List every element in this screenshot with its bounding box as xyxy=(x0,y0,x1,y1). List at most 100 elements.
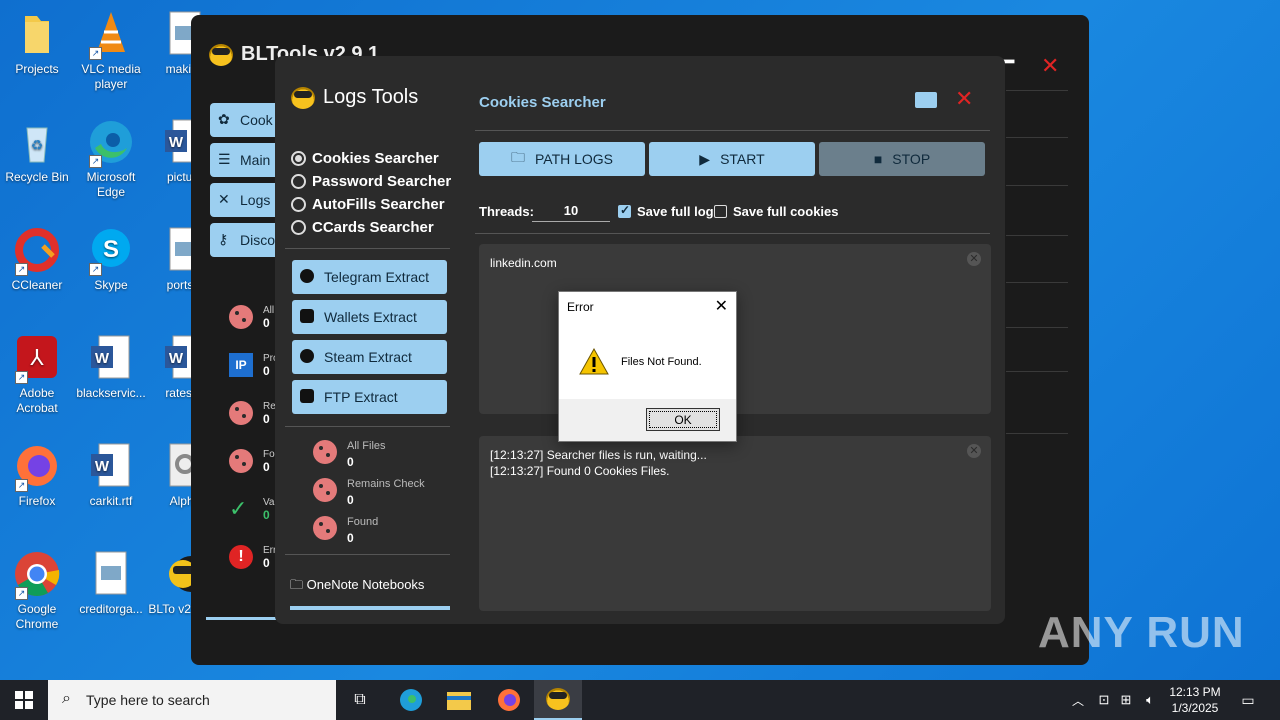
desktop-icon-vlc[interactable]: ↗ VLC media player xyxy=(74,10,148,92)
start-button[interactable] xyxy=(0,680,48,720)
word-icon: W xyxy=(87,442,135,490)
firefox-icon xyxy=(498,689,520,711)
radio-indicator xyxy=(291,174,306,189)
taskbar-firefox[interactable] xyxy=(488,680,530,720)
radio-ccards-searcher[interactable]: CCards Searcher xyxy=(291,219,434,236)
show-hidden-icons[interactable]: ︿ xyxy=(1068,680,1088,720)
threads-label: Threads: xyxy=(479,204,534,219)
tools-icon: ✕ xyxy=(218,191,230,207)
error-icon: ! xyxy=(229,545,253,569)
desktop-icon-creditorga[interactable]: creditorga... xyxy=(74,550,148,617)
desktop-icon-firefox[interactable]: ↗ Firefox xyxy=(0,442,74,509)
ip-icon: IP xyxy=(229,353,253,377)
logs-stat-remains-check: Remains Check 0 xyxy=(313,478,425,507)
telegram-extract-button[interactable]: Telegram Extract xyxy=(292,260,447,294)
bltools-logo-icon xyxy=(291,86,315,109)
wallet-icon xyxy=(300,309,314,323)
logs-tools-title: Logs Tools xyxy=(291,86,418,109)
desktop-icon-chrome[interactable]: ↗ Google Chrome xyxy=(0,550,74,632)
desktop-icon-acrobat[interactable]: ⅄ ↗ Adobe Acrobat xyxy=(0,334,74,416)
key-icon: ⚷ xyxy=(218,231,229,247)
main-stat-pro: IP Pro 0 xyxy=(229,353,279,378)
query-text: linkedin.com xyxy=(490,256,557,270)
vlc-icon: ↗ xyxy=(87,10,135,60)
radio-cookies-searcher[interactable]: Cookies Searcher xyxy=(291,150,439,167)
desktop-icon-skype[interactable]: S ↗ Skype xyxy=(74,226,148,293)
error-dialog-close-icon[interactable]: ✕ xyxy=(715,296,728,316)
radio-password-searcher[interactable]: Password Searcher xyxy=(291,173,451,190)
folder-icon xyxy=(13,10,61,58)
radio-autofills-searcher[interactable]: AutoFills Searcher xyxy=(291,196,445,213)
close-button[interactable]: ✕ xyxy=(1041,55,1059,77)
taskbar-bltools[interactable] xyxy=(534,680,582,720)
cookie-icon: ✿ xyxy=(218,111,230,127)
main-progress-bar xyxy=(206,617,286,620)
start-button[interactable]: ▶ START xyxy=(649,142,815,176)
taskbar-search-box[interactable]: ⌕ Type here to search xyxy=(48,680,336,720)
server-icon xyxy=(300,389,314,403)
log-line-2: [12:13:27] Found 0 Cookies Files. xyxy=(490,464,670,478)
volume-icon[interactable]: 🔈︎ xyxy=(1140,680,1160,720)
task-view-button[interactable]: ⧉ xyxy=(340,680,380,720)
bltools-logo-icon xyxy=(209,43,233,66)
warning-icon xyxy=(579,348,609,375)
recycle-bin-icon: ♻ xyxy=(13,118,61,166)
radio-indicator xyxy=(291,220,306,235)
close-icon[interactable]: ✕ xyxy=(955,86,973,112)
stop-icon: ■ xyxy=(873,151,883,167)
edge-icon xyxy=(400,689,422,711)
ethernet-icon[interactable]: ⊞ xyxy=(1116,680,1136,720)
word-icon: W xyxy=(87,334,135,382)
main-stat-all: All 0 xyxy=(229,305,274,330)
cookie-icon xyxy=(229,305,253,329)
cookie-icon xyxy=(313,440,337,464)
panel-title: Cookies Searcher xyxy=(479,94,606,111)
taskbar-file-explorer[interactable] xyxy=(438,680,480,720)
network-icon[interactable]: ⊡ xyxy=(1094,680,1114,720)
error-dialog-title: Error xyxy=(567,300,594,314)
desktop-icon-edge[interactable]: ↗ Microsoft Edge xyxy=(74,118,148,200)
logs-stat-found: Found 0 xyxy=(313,516,378,545)
notifications-icon[interactable]: ▭ xyxy=(1236,680,1260,720)
open-folder-icon[interactable] xyxy=(915,92,937,108)
ok-button[interactable]: OK xyxy=(646,408,720,431)
desktop-icon-blackservic[interactable]: W blackservic... xyxy=(74,334,148,401)
check-icon: ✓ xyxy=(229,496,248,521)
desktop-icon-projects[interactable]: Projects xyxy=(0,10,74,77)
log-line-1: [12:13:27] Searcher files is run, waitin… xyxy=(490,448,707,462)
svg-text:W: W xyxy=(169,134,184,151)
radio-indicator xyxy=(291,151,306,166)
log-output-box[interactable]: [12:13:27] Searcher files is run, waitin… xyxy=(479,436,991,611)
search-icon: ⌕ xyxy=(62,690,71,707)
play-icon: ▶ xyxy=(699,150,711,167)
save-full-cookies-checkbox[interactable]: Save full cookies xyxy=(714,204,839,219)
wallets-extract-button[interactable]: Wallets Extract xyxy=(292,300,447,334)
anyrun-watermark: ANY RUN xyxy=(1038,608,1245,657)
taskbar-edge[interactable] xyxy=(390,680,432,720)
bltools-logo-icon xyxy=(546,688,570,710)
task-view-icon: ⧉ xyxy=(354,691,366,708)
taskbar: ⌕ Type here to search ⧉ ︿ ⊡ ⊞ 🔈︎ 12:13 P… xyxy=(0,680,1280,720)
onenote-notebooks-link[interactable]: 🗀 OneNote Notebooks xyxy=(290,576,450,610)
telegram-icon xyxy=(300,269,314,283)
folder-plus-icon: 🗀 xyxy=(510,149,525,165)
clear-log-icon[interactable]: ✕ xyxy=(967,444,981,458)
cookie-icon xyxy=(229,401,253,425)
desktop-icon-carkit[interactable]: W carkit.rtf xyxy=(74,442,148,509)
cookie-icon xyxy=(229,449,253,473)
windows-logo-icon xyxy=(15,691,33,709)
desktop-icon-recycle-bin[interactable]: ♻ Recycle Bin xyxy=(0,118,74,185)
error-message: Files Not Found. xyxy=(621,356,702,368)
stop-button[interactable]: ■ STOP xyxy=(819,142,985,176)
main-stat-err: ! Err 0 xyxy=(229,545,276,570)
threads-input[interactable]: 10 xyxy=(532,200,610,222)
clear-query-icon[interactable]: ✕ xyxy=(967,252,981,266)
taskbar-clock[interactable]: 12:13 PM 1/3/2025 xyxy=(1160,684,1230,716)
svg-text:W: W xyxy=(95,458,110,475)
ftp-extract-button[interactable]: FTP Extract xyxy=(292,380,447,414)
logs-stat-all-files: All Files 0 xyxy=(313,440,386,469)
desktop-icon-ccleaner[interactable]: ↗ CCleaner xyxy=(0,226,74,293)
path-logs-button[interactable]: 🗀 PATH LOGS xyxy=(479,142,645,176)
save-full-log-checkbox[interactable]: Save full log xyxy=(618,203,714,219)
steam-extract-button[interactable]: Steam Extract xyxy=(292,340,447,374)
